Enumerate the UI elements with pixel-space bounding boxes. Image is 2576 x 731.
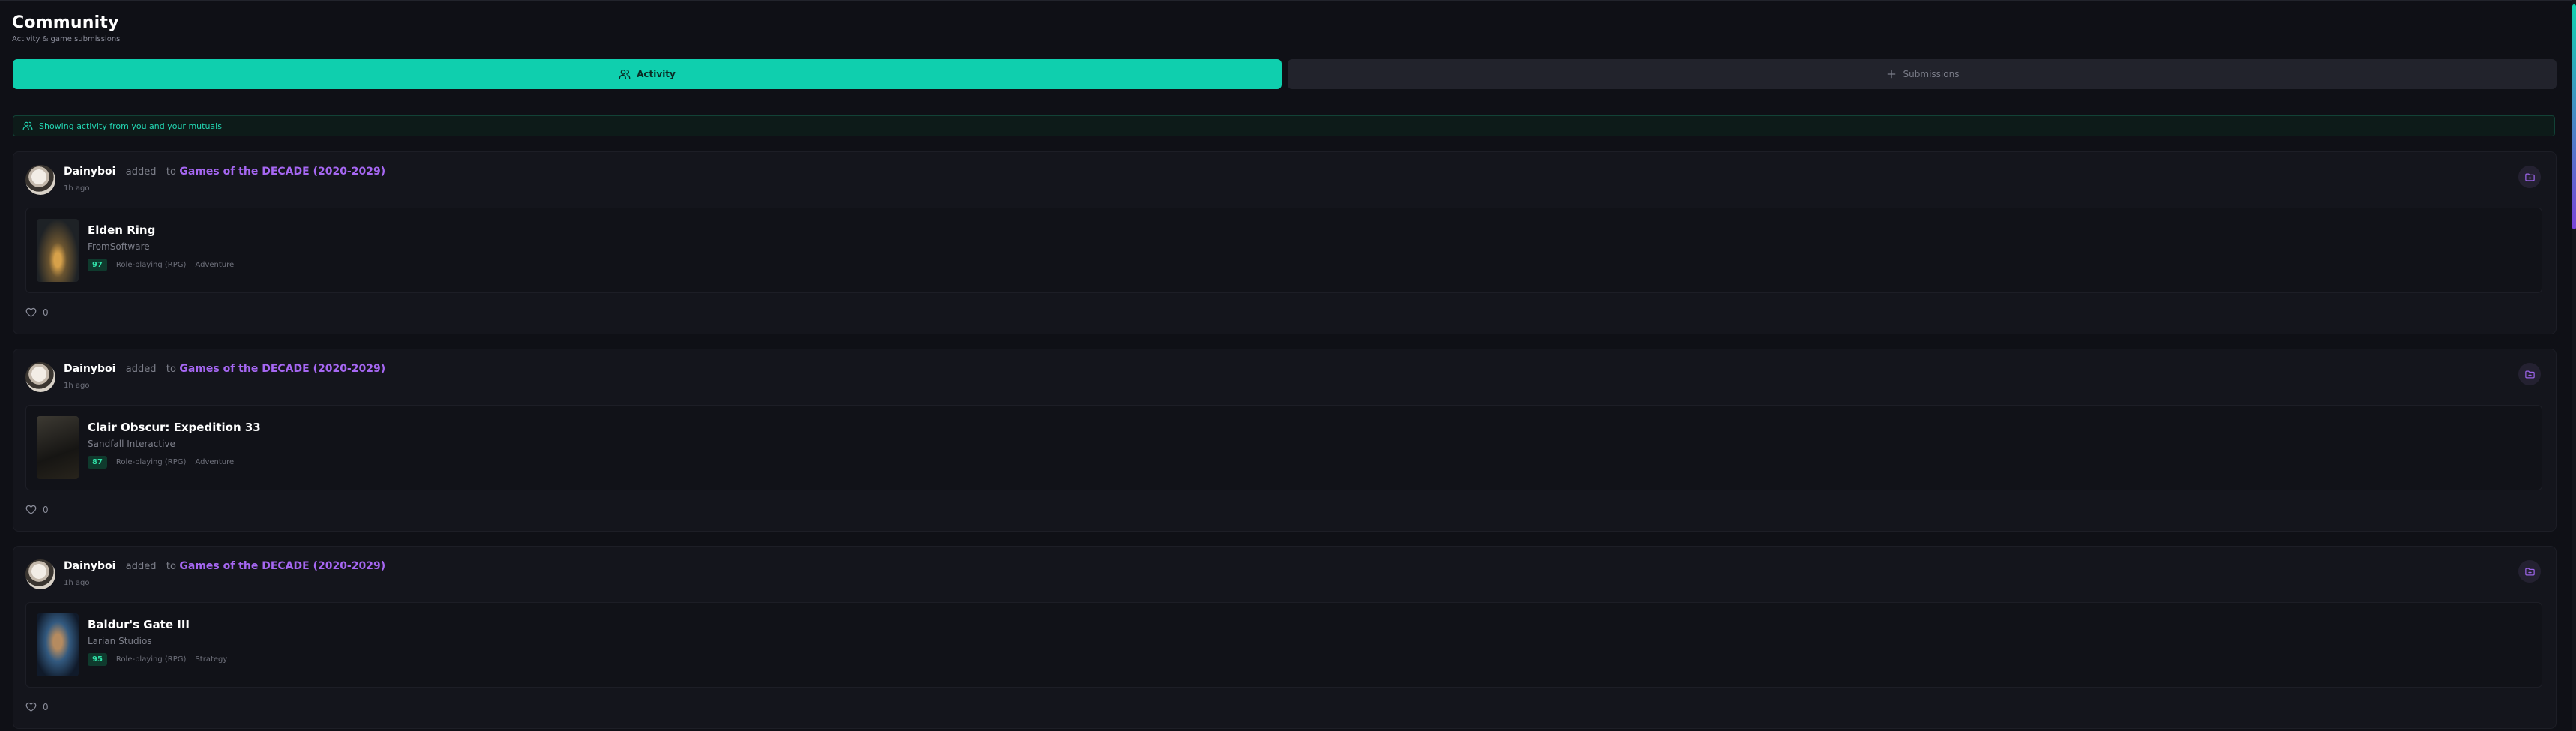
game-developer: Sandfall Interactive — [88, 439, 175, 449]
game-meta: 97 Role-playing (RPG) Adventure — [88, 259, 234, 271]
game-developer: Larian Studios — [88, 636, 152, 646]
users-icon — [619, 70, 631, 79]
username-link[interactable]: Dainyboi — [64, 166, 115, 178]
score-badge: 95 — [88, 653, 107, 666]
like-button[interactable]: 0 — [25, 701, 49, 712]
genre-tag: Adventure — [195, 458, 235, 466]
page-title: Community — [12, 13, 119, 32]
activity-notice: Showing activity from you and your mutua… — [13, 115, 2555, 136]
page-subtitle: Activity & game submissions — [12, 35, 121, 43]
action-text: added — [125, 561, 157, 572]
preposition-text: to — [166, 561, 176, 572]
username-link[interactable]: Dainyboi — [64, 560, 115, 572]
like-count: 0 — [43, 504, 49, 515]
activity-headline: Dainyboi added to Games of the DECADE (2… — [64, 560, 385, 572]
notice-text: Showing activity from you and your mutua… — [39, 121, 222, 131]
tab-submissions[interactable]: Submissions — [1288, 59, 2557, 89]
activity-headline: Dainyboi added to Games of the DECADE (2… — [64, 166, 385, 178]
folder-plus-icon — [2524, 568, 2535, 575]
folder-plus-icon — [2524, 370, 2535, 378]
like-button[interactable]: 0 — [25, 307, 49, 318]
genre-tag: Role-playing (RPG) — [115, 655, 187, 664]
list-link[interactable]: Games of the DECADE (2020-2029) — [179, 363, 385, 375]
tab-activity-label: Activity — [637, 69, 676, 79]
game-cover-image — [37, 219, 79, 282]
game-developer: FromSoftware — [88, 241, 150, 252]
activity-card: Dainyboi added to Games of the DECADE (2… — [13, 546, 2557, 729]
avatar[interactable] — [25, 559, 55, 589]
game-meta: 95 Role-playing (RPG) Strategy — [88, 653, 227, 666]
game-item[interactable]: Elden Ring FromSoftware 97 Role-playing … — [25, 208, 2542, 293]
action-text: added — [125, 166, 157, 178]
preposition-text: to — [166, 166, 176, 178]
page-header: Community Activity & game submissions — [12, 13, 120, 43]
username-link[interactable]: Dainyboi — [64, 363, 115, 375]
game-cover-image — [37, 613, 79, 676]
users-icon — [22, 121, 33, 130]
game-title: Elden Ring — [88, 223, 156, 237]
tab-activity[interactable]: Activity — [13, 59, 1282, 89]
list-link[interactable]: Games of the DECADE (2020-2029) — [179, 560, 385, 572]
add-to-folder-button[interactable] — [2518, 166, 2541, 188]
activity-headline: Dainyboi added to Games of the DECADE (2… — [64, 363, 385, 375]
genre-tag: Strategy — [195, 655, 228, 664]
avatar[interactable] — [25, 165, 55, 195]
score-badge: 87 — [88, 456, 107, 469]
avatar[interactable] — [25, 362, 55, 392]
heart-icon — [25, 505, 37, 514]
heart-icon — [25, 702, 37, 712]
timestamp: 1h ago — [64, 184, 90, 193]
game-title: Clair Obscur: Expedition 33 — [88, 421, 261, 434]
activity-card: Dainyboi added to Games of the DECADE (2… — [13, 349, 2557, 532]
add-to-folder-button[interactable] — [2518, 363, 2541, 385]
plus-icon — [1887, 70, 1895, 79]
timestamp: 1h ago — [64, 579, 90, 587]
genre-tag: Role-playing (RPG) — [115, 458, 187, 466]
folder-plus-icon — [2524, 173, 2535, 181]
game-cover-image — [37, 416, 79, 479]
game-title: Baldur's Gate III — [88, 618, 190, 631]
timestamp: 1h ago — [64, 382, 90, 390]
like-count: 0 — [43, 307, 49, 318]
like-count: 0 — [43, 701, 49, 712]
tab-bar: Activity Submissions — [13, 59, 2557, 89]
genre-tag: Adventure — [195, 261, 235, 269]
game-item[interactable]: Clair Obscur: Expedition 33 Sandfall Int… — [25, 405, 2542, 490]
scrollbar-thumb[interactable] — [2572, 4, 2576, 229]
tab-submissions-label: Submissions — [1903, 69, 1960, 79]
activity-card: Dainyboi added to Games of the DECADE (2… — [13, 151, 2557, 334]
score-badge: 97 — [88, 259, 107, 271]
window-top-border — [0, 0, 2576, 1]
game-meta: 87 Role-playing (RPG) Adventure — [88, 456, 234, 469]
game-item[interactable]: Baldur's Gate III Larian Studios 95 Role… — [25, 602, 2542, 688]
action-text: added — [125, 364, 157, 375]
genre-tag: Role-playing (RPG) — [115, 261, 187, 269]
like-button[interactable]: 0 — [25, 504, 49, 515]
list-link[interactable]: Games of the DECADE (2020-2029) — [179, 166, 385, 178]
preposition-text: to — [166, 364, 176, 375]
add-to-folder-button[interactable] — [2518, 560, 2541, 583]
scrollbar[interactable] — [2572, 0, 2576, 731]
heart-icon — [25, 307, 37, 317]
